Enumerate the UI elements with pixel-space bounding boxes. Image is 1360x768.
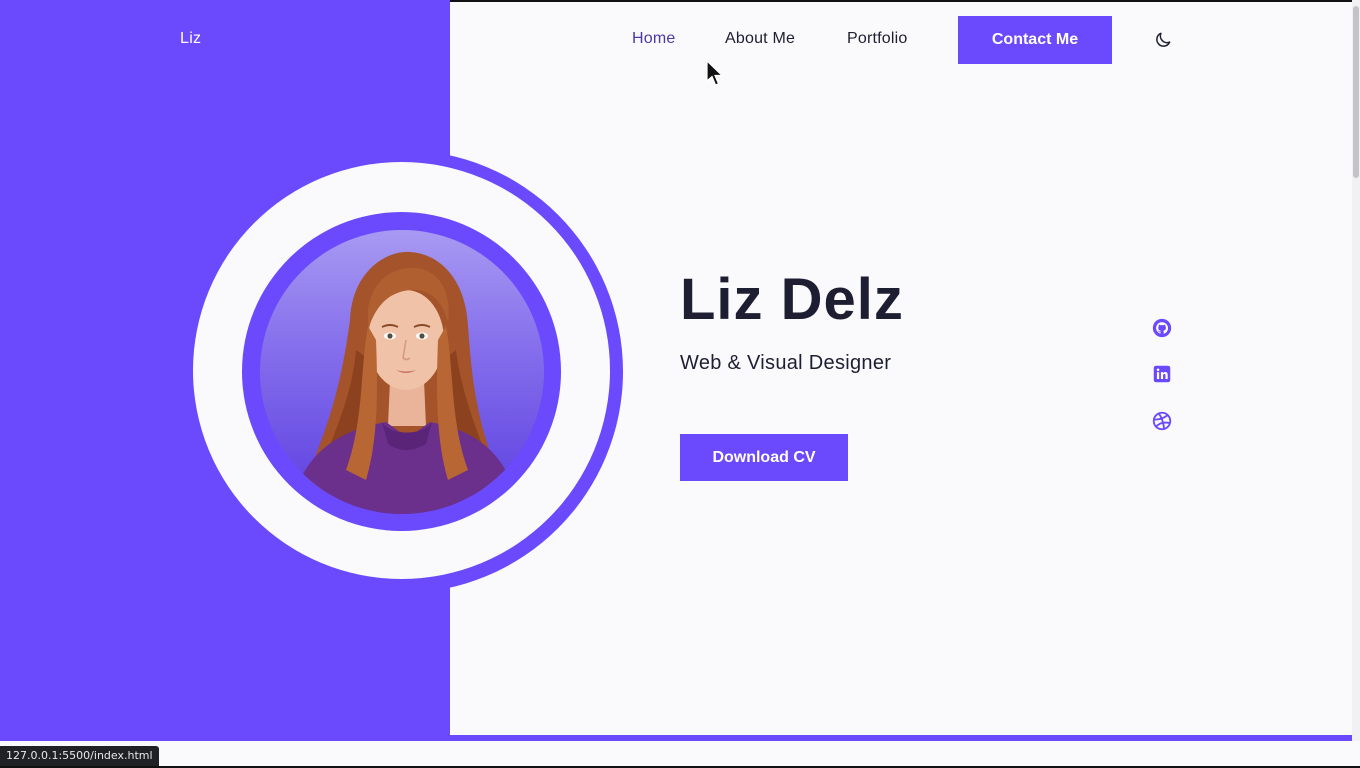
bottom-strip bbox=[0, 741, 1360, 768]
nav-portfolio-link[interactable]: Portfolio bbox=[847, 30, 908, 48]
nav-about-link[interactable]: About Me bbox=[725, 30, 795, 48]
linkedin-icon[interactable] bbox=[1151, 363, 1173, 385]
hero-name: Liz Delz bbox=[680, 267, 904, 332]
page: Liz Home About Me Portfolio Contact Me L… bbox=[0, 0, 1360, 768]
moon-icon[interactable] bbox=[1153, 30, 1173, 50]
hero-role: Web & Visual Designer bbox=[680, 352, 892, 374]
mouse-cursor-icon bbox=[706, 59, 724, 88]
dribbble-icon[interactable] bbox=[1151, 410, 1173, 432]
nav-home-link[interactable]: Home bbox=[632, 30, 675, 48]
profile-photo bbox=[260, 230, 544, 514]
brand-logo[interactable]: Liz bbox=[180, 30, 201, 48]
download-cv-button[interactable]: Download CV bbox=[680, 434, 848, 481]
github-icon[interactable] bbox=[1151, 317, 1173, 339]
vertical-scrollbar[interactable] bbox=[1352, 0, 1360, 741]
scrollbar-thumb[interactable] bbox=[1353, 6, 1359, 178]
status-bar-url: 127.0.0.1:5500/index.html bbox=[0, 746, 159, 766]
contact-me-button[interactable]: Contact Me bbox=[958, 16, 1112, 64]
